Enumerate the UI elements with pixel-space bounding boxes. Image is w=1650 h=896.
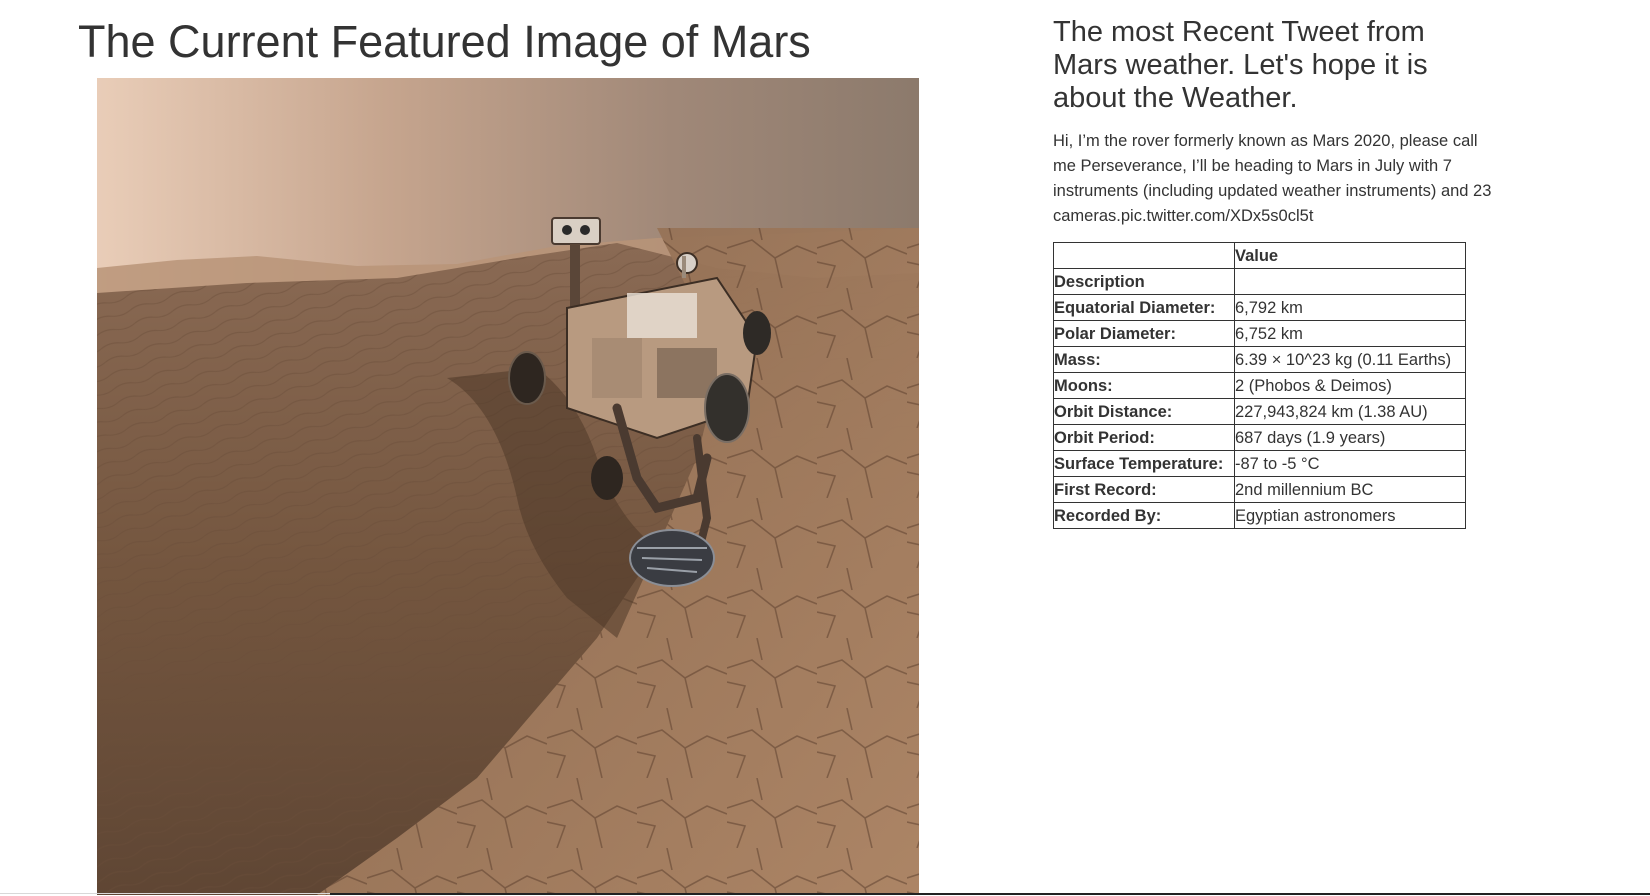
fact-label: Orbit Distance: (1053, 398, 1235, 425)
fact-label: Equatorial Diameter: (1053, 294, 1235, 321)
table-row: Surface Temperature: -87 to -5 °C (1053, 450, 1466, 477)
table-row: Equatorial Diameter: 6,792 km (1053, 294, 1466, 321)
fact-value: 2nd millennium BC (1234, 476, 1466, 503)
bottom-divider (330, 893, 1650, 895)
table-row: First Record: 2nd millennium BC (1053, 476, 1466, 503)
featured-mars-image[interactable] (97, 78, 919, 895)
fact-value (1234, 268, 1466, 295)
fact-value: 6,792 km (1234, 294, 1466, 321)
fact-label: Description (1053, 268, 1235, 295)
weather-section: The most Recent Tweet from Mars weather.… (1053, 16, 1503, 529)
table-row: Polar Diameter: 6,752 km (1053, 320, 1466, 347)
fact-value: 687 days (1.9 years) (1234, 424, 1466, 451)
table-row: Recorded By: Egyptian astronomers (1053, 502, 1466, 529)
fact-label: Recorded By: (1053, 502, 1235, 529)
table-row: Orbit Period: 687 days (1.9 years) (1053, 424, 1466, 451)
fact-label: Mass: (1053, 346, 1235, 373)
featured-image-title: The Current Featured Image of Mars (78, 16, 811, 67)
fact-label: Polar Diameter: (1053, 320, 1235, 347)
table-row: Description (1053, 268, 1466, 295)
fact-label: First Record: (1053, 476, 1235, 503)
facts-header-row: Value (1053, 242, 1466, 269)
fact-value: 6,752 km (1234, 320, 1466, 347)
table-row: Orbit Distance: 227,943,824 km (1.38 AU) (1053, 398, 1466, 425)
fact-value: Egyptian astronomers (1234, 502, 1466, 529)
mars-facts-table: Value Description Equatorial Diameter: 6… (1053, 242, 1466, 529)
weather-tweet: Hi, I’m the rover formerly known as Mars… (1053, 132, 1492, 225)
table-row: Mass: 6.39 × 10^23 kg (0.11 Earths) (1053, 346, 1466, 373)
weather-heading: The most Recent Tweet from Mars weather.… (1053, 16, 1428, 114)
table-row: Moons: 2 (Phobos & Deimos) (1053, 372, 1466, 399)
fact-label: Orbit Period: (1053, 424, 1235, 451)
facts-header-label (1053, 242, 1235, 269)
facts-header-value: Value (1234, 242, 1466, 269)
fact-label: Moons: (1053, 372, 1235, 399)
fact-value: 6.39 × 10^23 kg (0.11 Earths) (1234, 346, 1466, 373)
fact-value: 2 (Phobos & Deimos) (1234, 372, 1466, 399)
bottom-divider-light (0, 893, 330, 894)
fact-value: 227,943,824 km (1.38 AU) (1234, 398, 1466, 425)
page: The Current Featured Image of Mars The m… (0, 0, 1650, 896)
fact-value: -87 to -5 °C (1234, 450, 1466, 477)
fact-label: Surface Temperature: (1053, 450, 1235, 477)
